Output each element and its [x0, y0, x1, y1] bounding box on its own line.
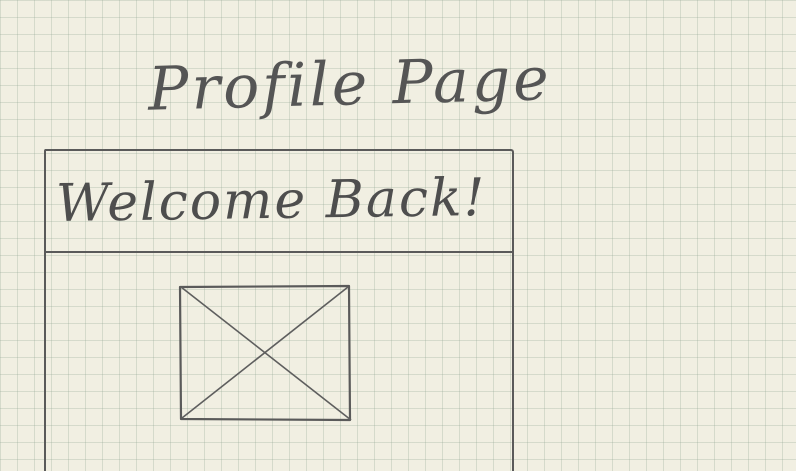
welcome-heading: Welcome Back! — [55, 167, 487, 235]
profile-image-placeholder — [178, 284, 352, 422]
wireframe-frame: Welcome Back! — [44, 149, 514, 471]
page-title: Profile Page — [147, 44, 553, 125]
image-placeholder-icon — [178, 284, 352, 422]
welcome-header: Welcome Back! — [46, 151, 512, 253]
